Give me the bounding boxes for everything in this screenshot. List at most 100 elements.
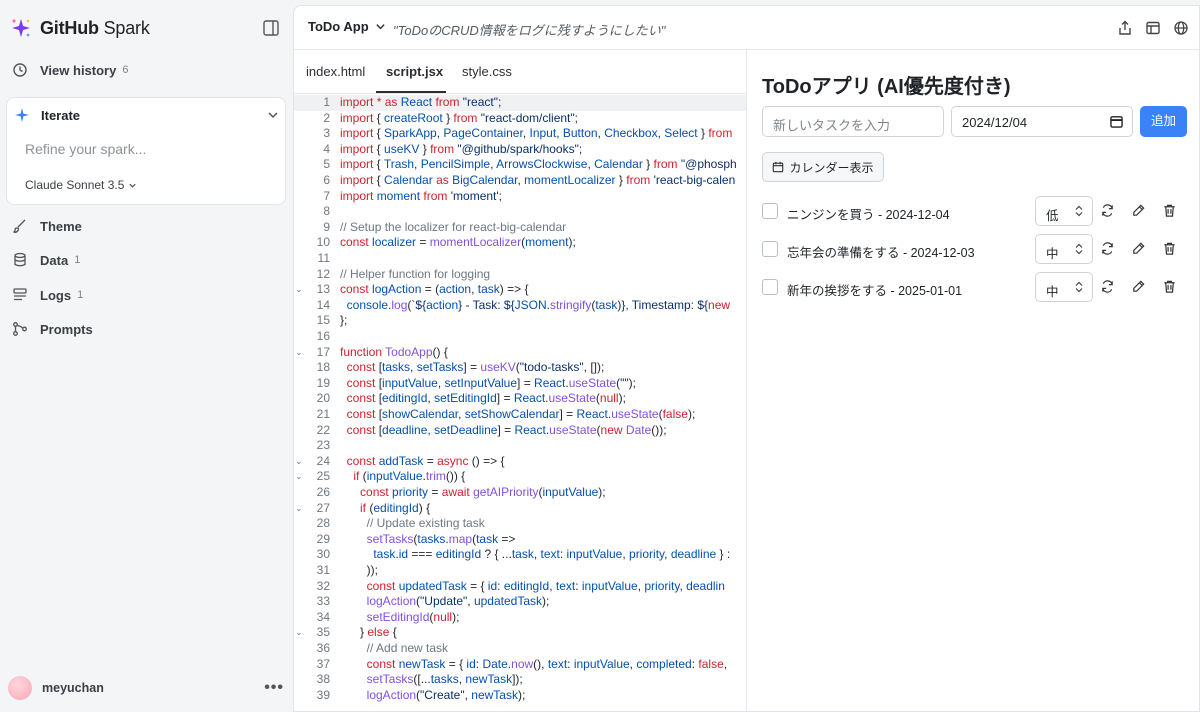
user-menu[interactable]: meyuchan ••• [8,676,284,700]
code-line[interactable]: 11 [294,251,746,267]
code-line[interactable]: 13 ⌄ const logAction = (action, task) => { [294,282,746,298]
trash-icon[interactable] [1162,203,1177,218]
code-line[interactable]: 36 // Add new task [294,641,746,657]
refresh-priority-icon[interactable] [1100,279,1115,294]
code-text: logAction("Create", newTask); [366,687,526,702]
code-line[interactable]: 38 setTasks([...tasks, newTask]); [294,672,746,688]
app-selector[interactable]: ToDo App [308,19,386,34]
code-line[interactable]: 17 ⌄ function TodoApp() { [294,345,746,361]
add-button[interactable]: 追加 [1140,106,1187,137]
fold-chevron-icon[interactable]: ⌄ [295,345,303,361]
sidebar-item-theme[interactable]: Theme [12,214,82,238]
code-line[interactable]: 18 const [tasks, setTasks] = useKV("todo… [294,360,746,376]
code-line[interactable]: 37 const newTask = { id: Date.now(), tex… [294,657,746,673]
edit-pencil-icon[interactable] [1131,203,1146,218]
sidebar-item-prompts[interactable]: Prompts [12,317,93,341]
todo-checkbox[interactable] [762,203,778,219]
fold-chevron-icon[interactable]: ⌄ [295,501,303,517]
globe-icon[interactable] [1173,20,1189,36]
code-line[interactable]: 32 const updatedTask = { id: editingId, … [294,579,746,595]
code-line[interactable]: 6 import { Calendar as BigCalendar, momen… [294,173,746,189]
priority-value: 中 [1046,285,1059,299]
select-arrows-icon [1075,205,1083,217]
fold-chevron-icon[interactable]: ⌄ [295,625,303,641]
code-line[interactable]: 28 // Update existing task [294,516,746,532]
fold-chevron-icon[interactable]: ⌄ [295,282,303,298]
database-icon [14,252,26,267]
code-line[interactable]: 2 import { createRoot } from "react-dom/c… [294,111,746,127]
priority-select[interactable]: 中 [1035,272,1093,302]
code-text: const [showCalendar, setShowCalendar] = … [346,407,696,421]
trash-icon[interactable] [1162,279,1177,294]
code-text: const localizer = momentLocalizer(moment… [340,235,576,250]
refresh-priority-icon[interactable] [1100,203,1115,218]
code-line[interactable]: 22 const [deadline, setDeadline] = React… [294,423,746,439]
code-line[interactable]: 27 ⌄ if (editingId) { [294,501,746,517]
chevron-down-icon[interactable] [267,109,279,121]
task-input[interactable]: 新しいタスクを入力 [762,106,944,137]
code-line[interactable]: 20 const [editingId, setEditingId] = Rea… [294,391,746,407]
iterate-header[interactable]: Iterate [15,104,279,126]
tab-script-jsx[interactable]: script.jsx [386,64,443,79]
code-text: import { SparkApp, PageContainer, Input,… [340,126,733,141]
code-line[interactable]: 1 import * as React from "react"; [294,95,746,111]
edit-pencil-icon[interactable] [1131,279,1146,294]
todo-checkbox[interactable] [762,241,778,257]
code-line[interactable]: 30 task.id === editingId ? { ...task, te… [294,547,746,563]
sidebar-item-label: Data [40,252,69,268]
tab-style-css[interactable]: style.css [462,64,512,79]
brand[interactable]: GitHub Spark [10,16,150,40]
share-icon[interactable] [1117,20,1133,36]
code-line[interactable]: 8 [294,204,746,220]
tab-index-html[interactable]: index.html [306,64,365,79]
line-number: 1 [323,95,330,109]
todo-checkbox[interactable] [762,279,778,295]
code-line[interactable]: 34 setEditingId(null); [294,610,746,626]
code-line[interactable]: 10 const localizer = momentLocalizer(mome… [294,235,746,251]
code-line[interactable]: 3 import { SparkApp, PageContainer, Input… [294,126,746,142]
code-line[interactable]: 25 ⌄ if (inputValue.trim()) { [294,469,746,485]
calendar-icon[interactable] [1110,115,1123,128]
code-line[interactable]: 24 ⌄ const addTask = async () => { [294,454,746,470]
code-line[interactable]: 9 // Setup the localizer for react-big-ca… [294,220,746,236]
window-icon[interactable] [1145,20,1161,36]
code-line[interactable]: 5 import { Trash, PencilSimple, ArrowsClo… [294,157,746,173]
code-line[interactable]: 23 [294,438,746,454]
code-line[interactable]: 15}; [294,313,746,329]
code-line[interactable]: 7 import moment from 'moment'; [294,189,746,205]
model-selector[interactable]: Claude Sonnet 3.5 [25,178,137,192]
code-line[interactable]: 33 logAction("Update", updatedTask); [294,594,746,610]
sidebar-item-data[interactable]: Data 1 [12,248,80,272]
refresh-priority-icon[interactable] [1100,241,1115,256]
priority-select[interactable]: 低 [1035,196,1093,226]
line-number: 33 [316,594,330,609]
code-line[interactable]: 19 const [inputValue, setInputValue] = R… [294,376,746,392]
refine-input[interactable]: Refine your spark... [25,141,146,157]
code-line[interactable]: 39 logAction("Create", newTask); [294,687,746,704]
more-options-icon[interactable]: ••• [264,679,284,697]
code-line[interactable]: 12 // Helper function for logging [294,267,746,283]
fold-chevron-icon[interactable]: ⌄ [295,469,303,485]
line-number: 5 [323,157,330,172]
sidebar-collapse-icon[interactable] [262,19,280,37]
calendar-toggle-button[interactable]: カレンダー表示 [762,152,884,182]
code-line[interactable]: 31 )); [294,563,746,579]
code-line[interactable]: 29 setTasks(tasks.map(task => [294,532,746,548]
branch-icon [13,322,27,336]
edit-pencil-icon[interactable] [1131,241,1146,256]
priority-select[interactable]: 中 [1035,234,1093,264]
code-line[interactable]: 4 import { useKV } from "@github/spark/ho… [294,142,746,158]
code-line[interactable]: 35 ⌄ } else { [294,625,746,641]
code-line[interactable]: 26 const priority = await getAIPriority(… [294,485,746,501]
calendar-toggle-label: カレンダー表示 [789,160,874,175]
code-line[interactable]: 21 const [showCalendar, setShowCalendar]… [294,407,746,423]
code-text: const [editingId, setEditingId] = React.… [346,391,626,406]
code-line[interactable]: 16 [294,329,746,345]
fold-chevron-icon[interactable]: ⌄ [295,454,303,470]
view-history-button[interactable]: View history 6 [12,58,128,82]
deadline-date-input[interactable]: 2024/12/04 [951,106,1133,137]
code-text: const [tasks, setTasks] = useKV("todo-ta… [346,360,605,375]
trash-icon[interactable] [1162,241,1177,256]
code-line[interactable]: 14 console.log(`${action} - Task: ${JSON… [294,298,746,314]
sidebar-item-logs[interactable]: Logs 1 [12,283,83,307]
